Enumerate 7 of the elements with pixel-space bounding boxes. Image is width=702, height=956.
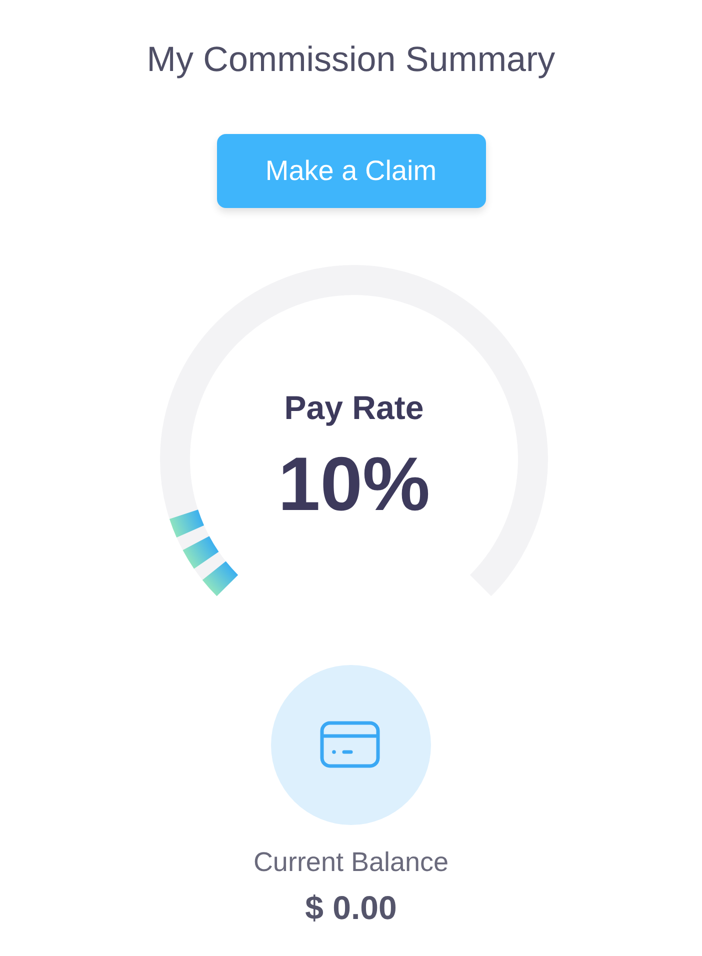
make-claim-button[interactable]: Make a Claim (216, 134, 486, 208)
gauge-reading: 10% (278, 445, 430, 525)
page-title: My Commission Summary (146, 40, 556, 80)
credit-card-icon (271, 665, 431, 825)
gauge-label: Pay Rate (284, 389, 424, 427)
balance-amount: $ 0.00 (305, 888, 397, 928)
balance-label: Current Balance (253, 846, 449, 879)
